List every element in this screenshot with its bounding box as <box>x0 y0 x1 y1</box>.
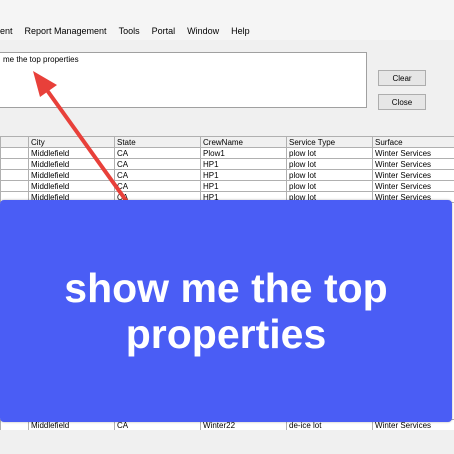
column-header-crewname[interactable]: CrewName <box>200 136 287 148</box>
table-cell: plow lot <box>286 180 373 192</box>
column-header-surface[interactable]: Surface <box>372 136 454 148</box>
query-input[interactable]: me the top properties <box>0 52 367 108</box>
table-cell: CA <box>114 169 201 181</box>
table-cell: CA <box>114 180 201 192</box>
column-header-city[interactable]: City <box>28 136 115 148</box>
table-header-row: City State CrewName Service Type Surface <box>0 136 454 148</box>
table-row[interactable]: Middlefield CA HP1 plow lot Winter Servi… <box>0 180 454 192</box>
window-bottom-edge <box>0 430 454 454</box>
menu-item-window[interactable]: Window <box>181 26 225 36</box>
table-row[interactable]: Middlefield CA HP1 plow lot Winter Servi… <box>0 169 454 181</box>
table-cell: Winter Services <box>372 169 454 181</box>
table-cell <box>0 180 29 192</box>
close-button[interactable]: Close <box>378 94 426 110</box>
table-cell: Plow1 <box>200 147 287 159</box>
results-table: City State CrewName Service Type Surface… <box>0 136 454 203</box>
table-cell: Middlefield <box>28 147 115 159</box>
menu-item-report-management[interactable]: Report Management <box>19 26 113 36</box>
table-cell: Winter Services <box>372 180 454 192</box>
table-cell: plow lot <box>286 169 373 181</box>
table-cell: HP1 <box>200 169 287 181</box>
table-cell <box>0 147 29 159</box>
table-cell: CA <box>114 147 201 159</box>
table-cell: HP1 <box>200 180 287 192</box>
table-cell: Middlefield <box>28 169 115 181</box>
clear-button[interactable]: Clear <box>378 70 426 86</box>
table-cell: Winter Services <box>372 147 454 159</box>
table-cell: Winter Services <box>372 158 454 170</box>
column-header-service-type[interactable]: Service Type <box>286 136 373 148</box>
table-cell <box>0 169 29 181</box>
table-row[interactable]: Middlefield CA Plow1 plow lot Winter Ser… <box>0 147 454 159</box>
table-row[interactable]: Middlefield CA HP1 plow lot Winter Servi… <box>0 158 454 170</box>
column-header[interactable] <box>0 136 29 148</box>
table-cell: CA <box>114 158 201 170</box>
menu-bar: ent Report Management Tools Portal Windo… <box>0 22 454 40</box>
column-header-state[interactable]: State <box>114 136 201 148</box>
table-cell <box>0 158 29 170</box>
table-cell: plow lot <box>286 158 373 170</box>
title-strip <box>0 0 454 22</box>
menu-item-help[interactable]: Help <box>225 26 256 36</box>
menu-item-tools[interactable]: Tools <box>113 26 146 36</box>
caption-text: show me the top properties <box>64 265 388 357</box>
table-cell: plow lot <box>286 147 373 159</box>
table-cell: Middlefield <box>28 180 115 192</box>
menu-item-portal[interactable]: Portal <box>146 26 182 36</box>
table-cell: HP1 <box>200 158 287 170</box>
caption-overlay: show me the top properties <box>0 200 452 422</box>
table-cell: Middlefield <box>28 158 115 170</box>
menu-item-management[interactable]: ent <box>0 26 19 36</box>
